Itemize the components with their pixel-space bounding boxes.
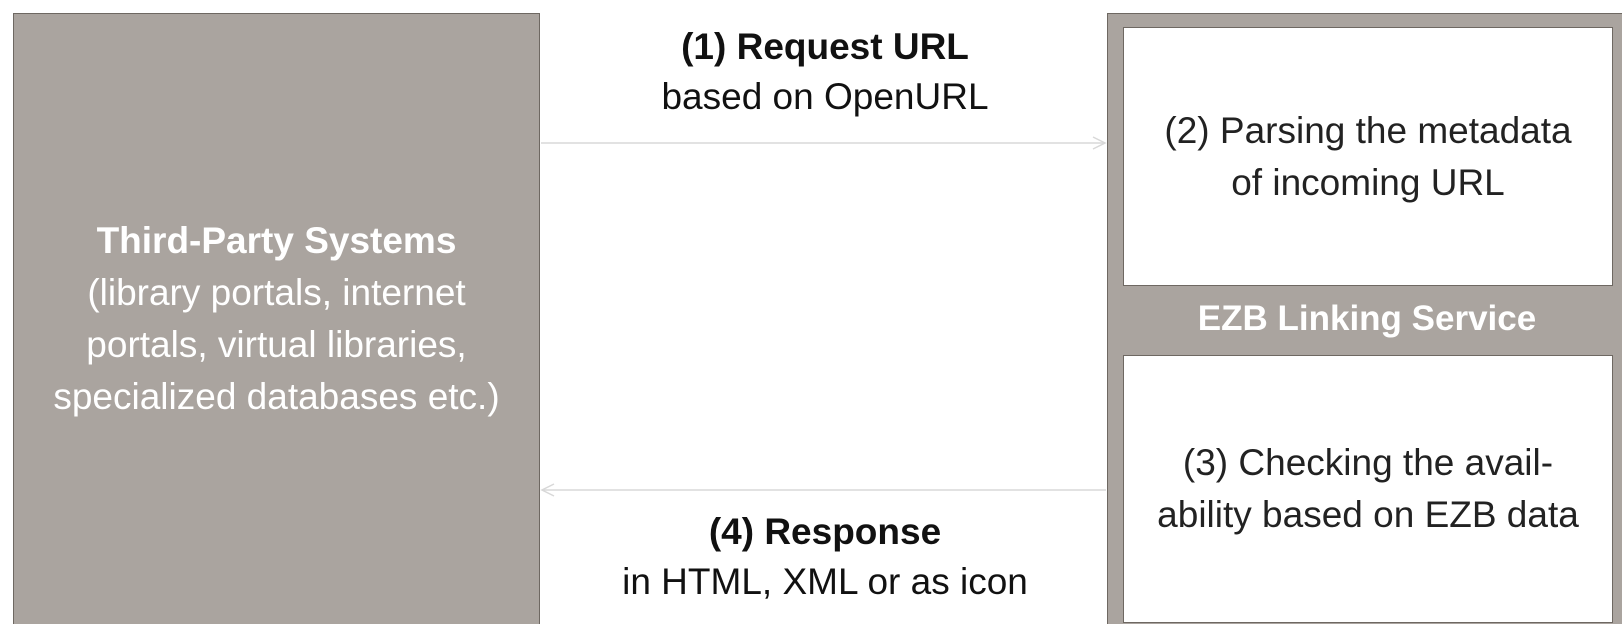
response-subtitle: in HTML, XML or as icon bbox=[622, 561, 1028, 602]
step-checking-box: (3) Checking the avail- ability based on… bbox=[1123, 355, 1613, 623]
response-title: (4) Response bbox=[708, 511, 942, 552]
third-party-title: Third-Party Systems bbox=[96, 219, 457, 261]
response-arrow bbox=[540, 483, 1106, 497]
ezb-linking-service-label: EZB Linking Service bbox=[1197, 299, 1537, 338]
request-arrow bbox=[541, 136, 1107, 150]
third-party-description: (library portals, internet portals, virt… bbox=[53, 271, 500, 417]
diagram-canvas: Third-Party Systems (library portals, in… bbox=[0, 0, 1622, 624]
third-party-text: Third-Party Systems (library portals, in… bbox=[14, 215, 539, 423]
request-label: (1) Request URL based on OpenURL bbox=[560, 22, 1090, 122]
request-subtitle: based on OpenURL bbox=[661, 76, 989, 117]
response-label: (4) Response in HTML, XML or as icon bbox=[560, 507, 1090, 607]
ezb-linking-service-box: (2) Parsing the metadata of incoming URL… bbox=[1107, 13, 1622, 624]
request-title: (1) Request URL bbox=[681, 26, 969, 67]
third-party-systems-box: Third-Party Systems (library portals, in… bbox=[13, 13, 540, 624]
step-parsing-box: (2) Parsing the metadata of incoming URL bbox=[1123, 27, 1613, 286]
